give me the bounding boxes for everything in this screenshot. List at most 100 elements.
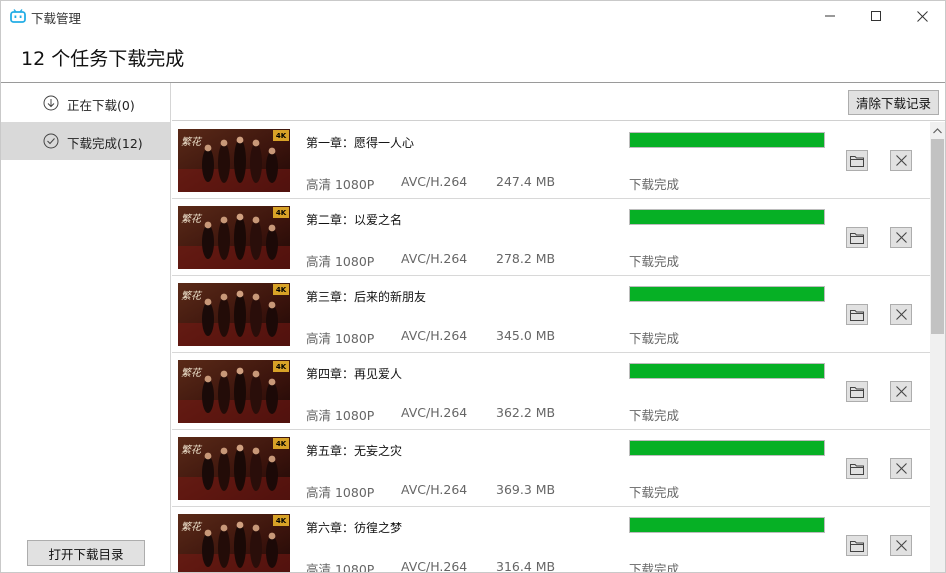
video-thumbnail: 繁花 4K: [178, 283, 290, 346]
svg-text:繁花: 繁花: [181, 444, 203, 456]
check-circle-icon: [43, 133, 59, 149]
delete-item-button[interactable]: [890, 458, 912, 479]
download-item[interactable]: 繁花 4K 第三章：后来的新朋友 高清 1080P AVC/H.264 345.…: [172, 276, 930, 353]
open-folder-button[interactable]: [846, 535, 868, 556]
open-folder-button[interactable]: [846, 381, 868, 402]
progress-bar: [629, 209, 825, 225]
item-title: 第四章：再见爱人: [306, 367, 403, 381]
download-item[interactable]: 繁花 4K 第六章：彷徨之梦 高清 1080P AVC/H.264 316.4 …: [172, 507, 930, 573]
item-codec: AVC/H.264: [401, 328, 468, 343]
progress-fill: [630, 210, 824, 224]
open-folder-button[interactable]: [846, 227, 868, 248]
item-title: 第三章：后来的新朋友: [306, 290, 427, 304]
arrow-down-circle-icon: [43, 95, 59, 111]
download-item[interactable]: 繁花 4K 第四章：再见爱人 高清 1080P AVC/H.264 362.2 …: [172, 353, 930, 430]
item-size: 316.4 MB: [496, 559, 556, 573]
sidebar-item-downloading[interactable]: 正在下载(0): [1, 84, 170, 122]
scrollbar[interactable]: [930, 122, 945, 572]
item-title: 第一章：愿得一人心: [306, 136, 415, 150]
chevron-up-icon: [933, 127, 942, 133]
download-item[interactable]: 繁花 4K 第一章：愿得一人心 高清 1080P AVC/H.264 247.4…: [172, 122, 930, 199]
video-thumbnail: 繁花 4K: [178, 129, 290, 192]
toolbar: 清除下载记录: [172, 83, 945, 121]
clear-history-button[interactable]: 清除下载记录: [848, 90, 939, 115]
close-icon: [895, 540, 907, 551]
progress-fill: [630, 287, 824, 301]
progress-bar: [629, 440, 825, 456]
close-icon: [895, 309, 907, 320]
download-item[interactable]: 繁花 4K 第二章：以爱之名 高清 1080P AVC/H.264 278.2 …: [172, 199, 930, 276]
folder-icon: [850, 309, 864, 321]
progress-fill: [630, 518, 824, 532]
app-logo-icon: [10, 8, 26, 23]
close-icon: [895, 386, 907, 397]
item-quality: 高清 1080P: [306, 562, 375, 573]
folder-icon: [850, 540, 864, 552]
item-size: 247.4 MB: [496, 174, 556, 189]
scroll-up-button[interactable]: [930, 122, 945, 139]
svg-text:繁花: 繁花: [181, 521, 203, 533]
progress-fill: [630, 364, 824, 378]
video-thumbnail: 繁花 4K: [178, 206, 290, 269]
title-bar[interactable]: 下载管理: [1, 1, 945, 31]
download-item[interactable]: 繁花 4K 第五章：无妄之灾 高清 1080P AVC/H.264 369.3 …: [172, 430, 930, 507]
close-icon: [895, 232, 907, 243]
sidebar-item-label: 正在下载(0): [67, 98, 135, 113]
folder-icon: [850, 386, 864, 398]
progress-bar: [629, 363, 825, 379]
close-button[interactable]: [899, 1, 945, 31]
window-title: 下载管理: [31, 11, 82, 26]
delete-item-button[interactable]: [890, 304, 912, 325]
svg-text:繁花: 繁花: [181, 367, 203, 379]
folder-icon: [850, 155, 864, 167]
item-title: 第五章：无妄之灾: [306, 444, 403, 458]
folder-icon: [850, 463, 864, 475]
4k-badge: 4K: [273, 207, 289, 218]
item-codec: AVC/H.264: [401, 405, 468, 420]
svg-text:繁花: 繁花: [181, 213, 203, 225]
close-icon: [895, 155, 907, 166]
download-manager-window: 下载管理 12 个任务下载完成 正在下载(0) 下载完成(12) 打开下载目录 …: [0, 0, 946, 573]
4k-badge: 4K: [273, 284, 289, 295]
4k-badge: 4K: [273, 438, 289, 449]
item-status: 下载完成: [629, 331, 680, 346]
sidebar-item-label: 下载完成(12): [67, 136, 143, 151]
svg-text:繁花: 繁花: [181, 136, 203, 148]
download-list: 繁花 4K 第一章：愿得一人心 高清 1080P AVC/H.264 247.4…: [172, 122, 930, 573]
open-download-folder-button[interactable]: 打开下载目录: [27, 540, 145, 566]
4k-badge: 4K: [273, 515, 289, 526]
item-size: 362.2 MB: [496, 405, 556, 420]
item-size: 278.2 MB: [496, 251, 556, 266]
item-codec: AVC/H.264: [401, 251, 468, 266]
scrollbar-thumb[interactable]: [931, 139, 944, 334]
item-status: 下载完成: [629, 562, 680, 573]
delete-item-button[interactable]: [890, 150, 912, 171]
folder-icon: [850, 232, 864, 244]
delete-item-button[interactable]: [890, 381, 912, 402]
item-codec: AVC/H.264: [401, 482, 468, 497]
item-codec: AVC/H.264: [401, 174, 468, 189]
sidebar-item-completed[interactable]: 下载完成(12): [1, 122, 170, 160]
delete-item-button[interactable]: [890, 227, 912, 248]
minimize-button[interactable]: [807, 1, 853, 31]
open-folder-button[interactable]: [846, 150, 868, 171]
item-status: 下载完成: [629, 485, 680, 500]
item-status: 下载完成: [629, 177, 680, 192]
item-quality: 高清 1080P: [306, 254, 375, 269]
progress-bar: [629, 132, 825, 148]
video-thumbnail: 繁花 4K: [178, 360, 290, 423]
close-icon: [916, 10, 928, 22]
4k-badge: 4K: [273, 361, 289, 372]
maximize-button[interactable]: [853, 1, 899, 31]
progress-bar: [629, 286, 825, 302]
item-title: 第二章：以爱之名: [306, 213, 403, 227]
svg-text:繁花: 繁花: [181, 290, 203, 302]
minimize-icon: [825, 15, 835, 17]
video-thumbnail: 繁花 4K: [178, 514, 290, 572]
close-icon: [895, 463, 907, 474]
delete-item-button[interactable]: [890, 535, 912, 556]
item-quality: 高清 1080P: [306, 485, 375, 500]
open-folder-button[interactable]: [846, 304, 868, 325]
open-folder-button[interactable]: [846, 458, 868, 479]
item-status: 下载完成: [629, 408, 680, 423]
